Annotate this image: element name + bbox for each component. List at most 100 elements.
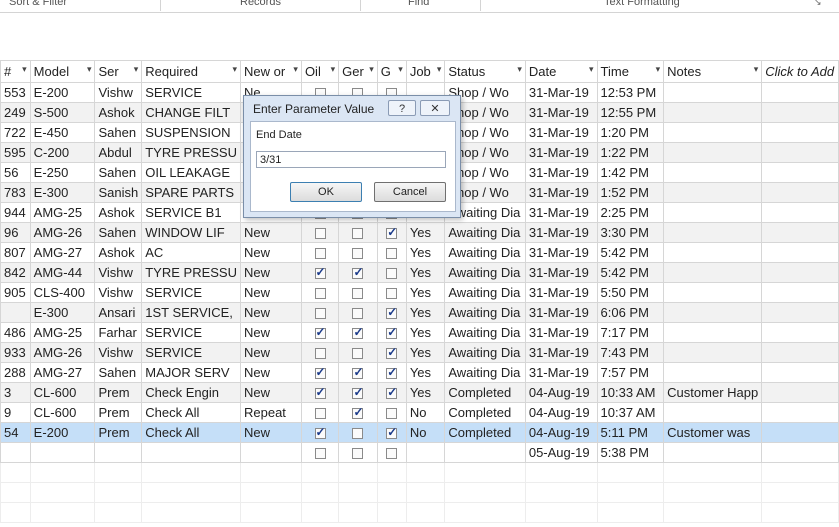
column-header-4[interactable]: New or ▾: [239, 60, 302, 83]
cell-model[interactable]: E-200: [29, 82, 96, 103]
cell-ser[interactable]: Vishw: [94, 282, 143, 303]
cell-id[interactable]: 905: [0, 282, 31, 303]
cell-notes[interactable]: [663, 242, 763, 263]
cell-id[interactable]: 56: [0, 162, 31, 183]
checkbox[interactable]: [386, 448, 398, 460]
column-header-6[interactable]: Ger ▾: [338, 60, 378, 83]
cell-status[interactable]: [444, 442, 526, 463]
dropdown-arrow-icon[interactable]: ▾: [589, 64, 594, 75]
dropdown-arrow-icon[interactable]: ▾: [87, 64, 92, 75]
cell-notes[interactable]: Customer Happ: [663, 382, 763, 403]
checkbox-cell-g[interactable]: [376, 402, 407, 423]
cell-ser[interactable]: Vishw: [94, 82, 143, 103]
cell-req[interactable]: MAJOR SERV: [141, 362, 241, 383]
cell-id[interactable]: [0, 302, 31, 323]
cell-status[interactable]: Awaiting Dia: [444, 242, 526, 263]
checkbox-cell-ger[interactable]: [338, 262, 378, 283]
cell-time[interactable]: 6:06 PM: [596, 302, 665, 323]
cell-notes[interactable]: [663, 362, 763, 383]
cell-time[interactable]: 1:52 PM: [596, 182, 665, 203]
cell-ser[interactable]: Ashok: [94, 242, 143, 263]
empty-cell[interactable]: [761, 282, 839, 303]
checkbox[interactable]: [314, 425, 326, 440]
cell-req[interactable]: OIL LEAKAGE: [141, 162, 241, 183]
checkbox[interactable]: [352, 428, 364, 440]
cell-ser[interactable]: Vishw: [94, 342, 143, 363]
cell-id[interactable]: 486: [0, 322, 31, 343]
cell-neworrep[interactable]: New: [239, 322, 302, 343]
cell-model[interactable]: C-200: [29, 142, 96, 163]
cell-req[interactable]: WINDOW LIF: [141, 222, 241, 243]
checkbox[interactable]: [386, 268, 398, 280]
cell-time[interactable]: 5:38 PM: [596, 442, 665, 463]
cell-date[interactable]: 31-Mar-19: [524, 142, 598, 163]
cell-status[interactable]: Awaiting Dia: [444, 282, 526, 303]
cell-neworrep[interactable]: [239, 442, 302, 463]
cell-req[interactable]: TYRE PRESSU: [141, 142, 241, 163]
cell-model[interactable]: AMG-27: [29, 362, 96, 383]
checkbox[interactable]: [314, 325, 326, 340]
checkbox[interactable]: [314, 228, 326, 240]
cell-time[interactable]: 5:42 PM: [596, 242, 665, 263]
cell-date[interactable]: 31-Mar-19: [524, 222, 598, 243]
cell-time[interactable]: 1:20 PM: [596, 122, 665, 143]
cell-id[interactable]: 933: [0, 342, 31, 363]
cell-req[interactable]: SERVICE B1: [141, 202, 241, 223]
column-header-12[interactable]: Notes ▾: [663, 60, 763, 83]
cell-req[interactable]: Check All: [141, 402, 241, 423]
empty-cell[interactable]: [761, 302, 839, 323]
cell-status[interactable]: Completed: [444, 382, 526, 403]
cell-req[interactable]: Check Engin: [141, 382, 241, 403]
checkbox-cell-oil[interactable]: [300, 262, 340, 283]
cell-notes[interactable]: [663, 102, 763, 123]
cancel-button[interactable]: Cancel: [374, 182, 446, 202]
column-header-0[interactable]: # ▾: [0, 60, 31, 83]
cell-job[interactable]: Yes: [405, 282, 446, 303]
cell-status[interactable]: Completed: [444, 402, 526, 423]
cell-model[interactable]: AMG-25: [29, 202, 96, 223]
cell-model[interactable]: E-450: [29, 122, 96, 143]
checkbox[interactable]: [386, 345, 397, 360]
column-header-13[interactable]: Click to Add: [761, 60, 839, 83]
dropdown-arrow-icon[interactable]: ▾: [517, 64, 522, 75]
checkbox-cell-ger[interactable]: [338, 242, 378, 263]
cell-notes[interactable]: [663, 302, 763, 323]
cell-model[interactable]: E-300: [29, 182, 96, 203]
cell-id[interactable]: 9: [0, 402, 31, 423]
cell-date[interactable]: 04-Aug-19: [524, 422, 598, 443]
dropdown-arrow-icon[interactable]: ▾: [22, 64, 27, 75]
checkbox[interactable]: [352, 365, 364, 380]
cell-id[interactable]: 553: [0, 82, 31, 103]
checkbox-cell-oil[interactable]: [300, 442, 340, 463]
column-header-1[interactable]: Model ▾: [29, 60, 96, 83]
checkbox-cell-ger[interactable]: [338, 422, 378, 443]
cell-id[interactable]: 54: [0, 422, 31, 443]
cell-req[interactable]: SERVICE: [141, 342, 241, 363]
checkbox-cell-g[interactable]: [376, 282, 407, 303]
dropdown-arrow-icon[interactable]: ▾: [656, 64, 661, 75]
cell-job[interactable]: No: [405, 402, 446, 423]
cell-req[interactable]: SERVICE: [141, 82, 241, 103]
parameter-input[interactable]: [256, 151, 446, 168]
cell-ser[interactable]: Prem: [94, 382, 143, 403]
checkbox[interactable]: [314, 448, 326, 460]
cell-id[interactable]: 783: [0, 182, 31, 203]
cell-status[interactable]: Awaiting Dia: [444, 222, 526, 243]
cell-model[interactable]: AMG-25: [29, 322, 96, 343]
cell-notes[interactable]: [663, 322, 763, 343]
cell-neworrep[interactable]: New: [239, 222, 302, 243]
cell-job[interactable]: [405, 442, 446, 463]
empty-cell[interactable]: [761, 342, 839, 363]
checkbox-cell-oil[interactable]: [300, 322, 340, 343]
cell-ser[interactable]: Ansari: [94, 302, 143, 323]
cell-id[interactable]: 807: [0, 242, 31, 263]
cell-job[interactable]: Yes: [405, 222, 446, 243]
cell-date[interactable]: 31-Mar-19: [524, 342, 598, 363]
checkbox[interactable]: [314, 308, 326, 320]
cell-notes[interactable]: [663, 342, 763, 363]
cell-date[interactable]: 31-Mar-19: [524, 202, 598, 223]
checkbox-cell-oil[interactable]: [300, 382, 340, 403]
cell-time[interactable]: 7:43 PM: [596, 342, 665, 363]
cell-date[interactable]: 31-Mar-19: [524, 182, 598, 203]
checkbox[interactable]: [314, 365, 326, 380]
